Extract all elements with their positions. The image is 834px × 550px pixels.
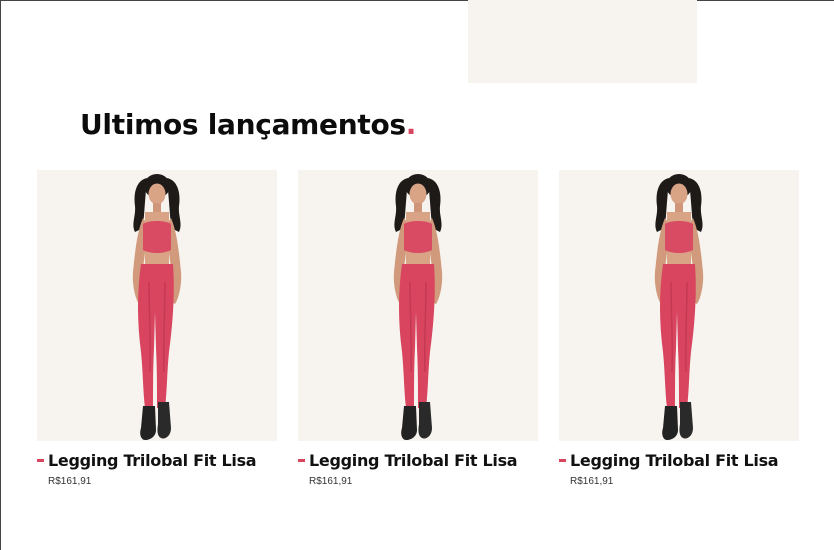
product-photo[interactable] (559, 170, 799, 441)
product-price: R$161,91 (48, 476, 92, 487)
accent-bullet-icon (37, 459, 44, 462)
product-name-row[interactable]: Legging Trilobal Fit Lisa (37, 451, 257, 470)
product-card[interactable]: Legging Trilobal Fit Lisa R$161,91 (559, 170, 799, 487)
section-title-text: Ultimos lançamentos (80, 108, 406, 141)
product-name[interactable]: Legging Trilobal Fit Lisa (570, 451, 779, 470)
product-name-row[interactable]: Legging Trilobal Fit Lisa (559, 451, 779, 470)
product-photo[interactable] (298, 170, 538, 441)
accent-bullet-icon (298, 459, 305, 462)
product-photo[interactable] (37, 170, 277, 441)
accent-bullet-icon (559, 459, 566, 462)
product-image-partial[interactable] (468, 0, 697, 83)
section-title: Ultimos lançamentos. (80, 108, 416, 141)
product-price: R$161,91 (309, 476, 353, 487)
product-card[interactable]: Legging Trilobal Fit Lisa R$161,91 (298, 170, 538, 487)
product-name-row[interactable]: Legging Trilobal Fit Lisa (298, 451, 518, 470)
product-price: R$161,91 (570, 476, 614, 487)
product-photo-model (654, 173, 704, 441)
product-name[interactable]: Legging Trilobal Fit Lisa (48, 451, 257, 470)
product-photo-model (132, 173, 182, 441)
product-photo-model (393, 173, 443, 441)
product-card[interactable]: Legging Trilobal Fit Lisa R$161,91 (37, 170, 277, 487)
section-title-dot: . (405, 108, 417, 141)
product-name[interactable]: Legging Trilobal Fit Lisa (309, 451, 518, 470)
